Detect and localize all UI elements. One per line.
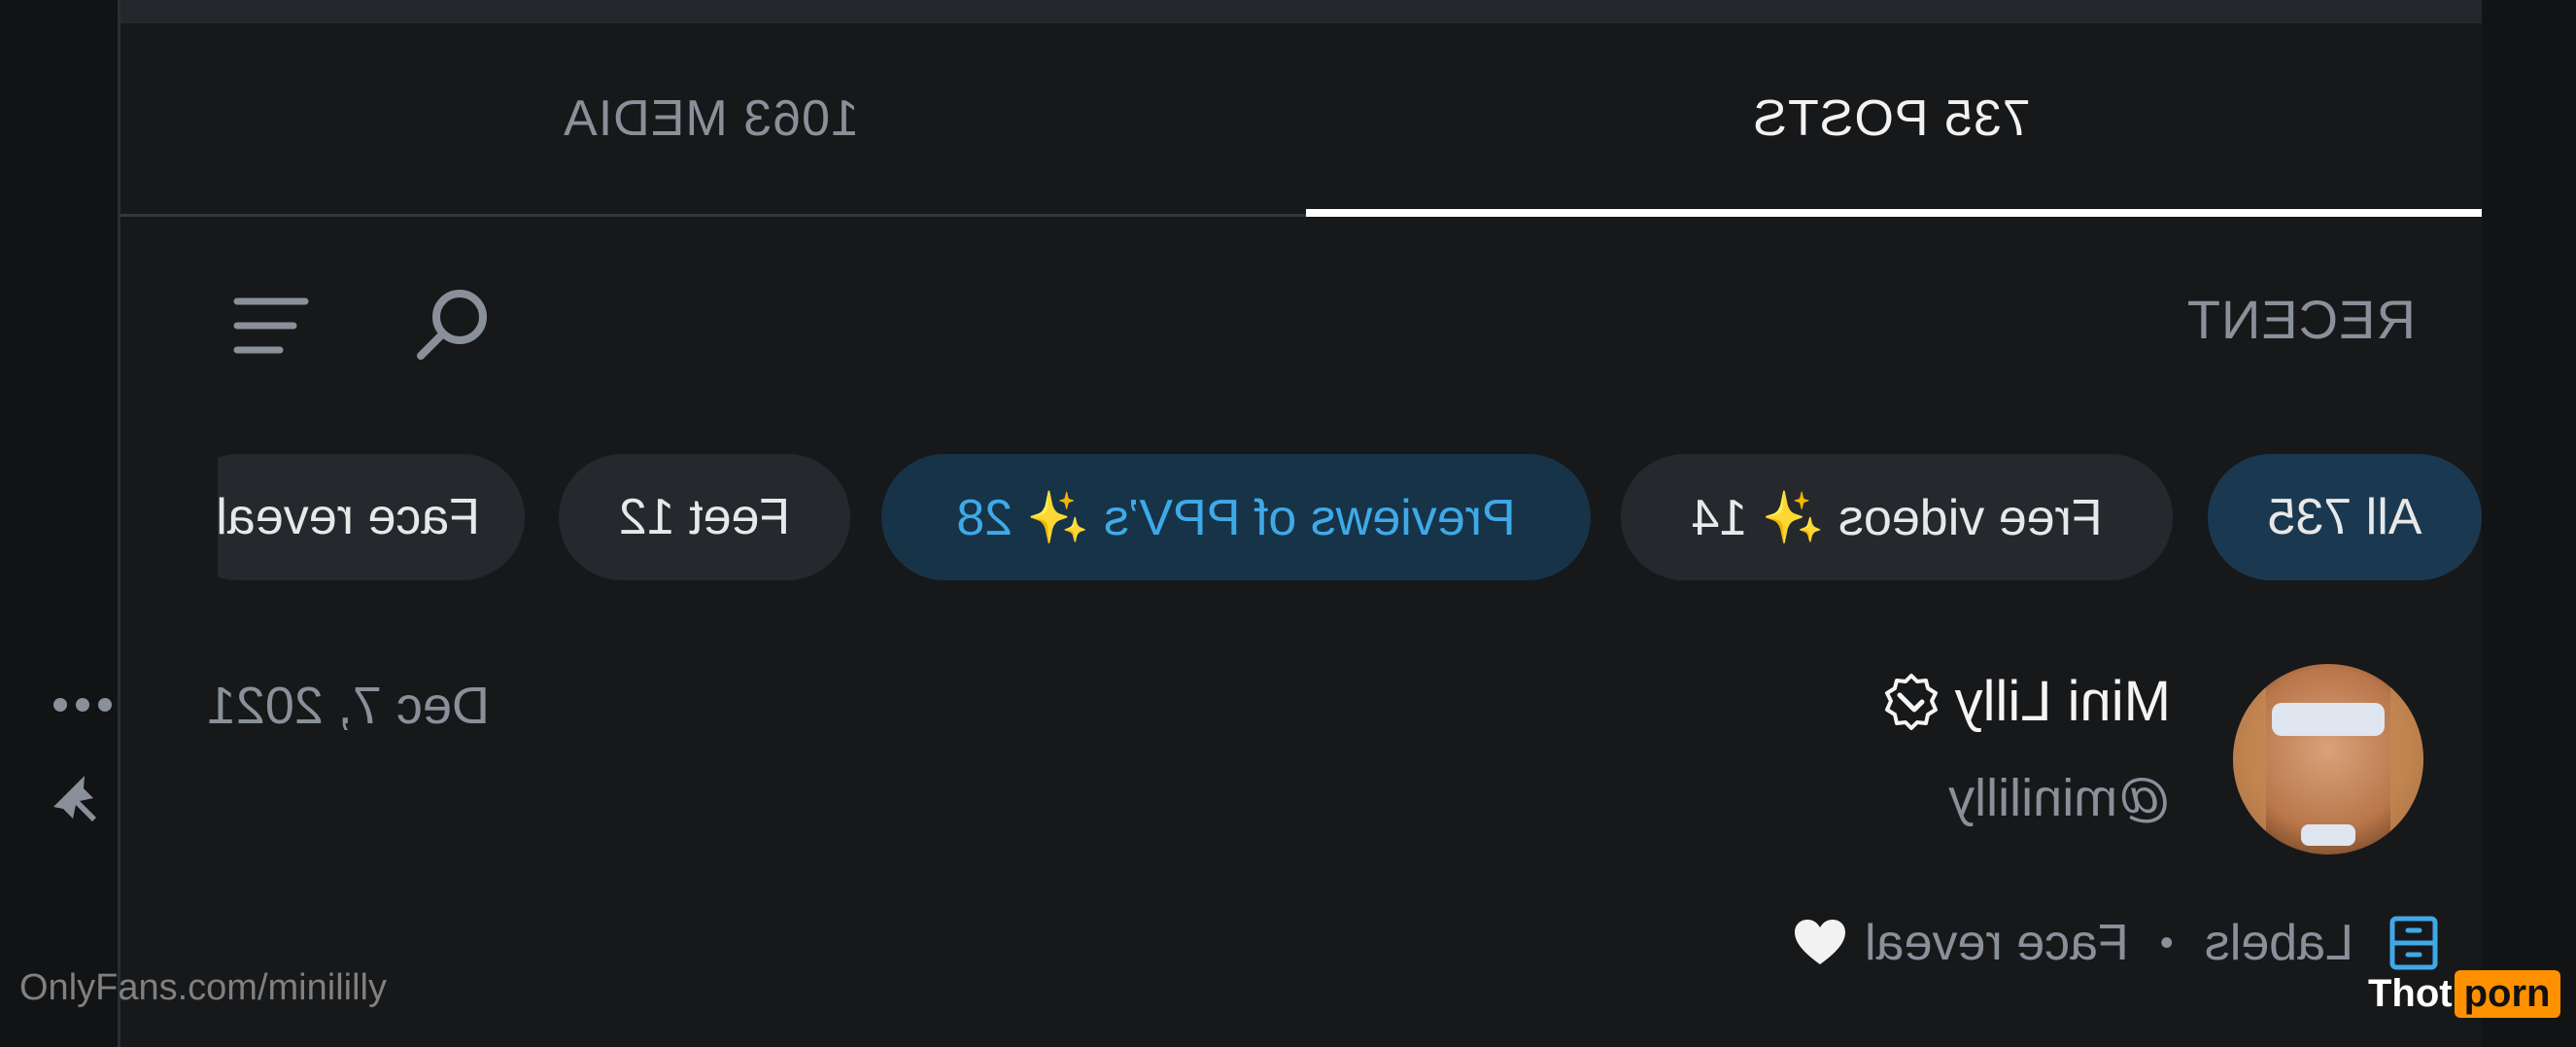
more-options-icon[interactable]	[39, 676, 126, 734]
post-date[interactable]: Dec 7, 2021	[207, 676, 490, 736]
brand-logo-part1: Thot	[2368, 972, 2453, 1015]
chip-free-videos-label: Free videos ✨ 14	[1691, 489, 2103, 546]
brand-logo: Thot porn	[2368, 970, 2560, 1018]
tab-posts[interactable]: 735 POSTS	[1301, 23, 2482, 214]
labels-drawer-icon	[2385, 914, 2443, 972]
search-icon[interactable]	[407, 282, 495, 369]
screen: 735 POSTS 1063 MEDIA RECENT All 735 Free…	[0, 0, 2576, 1047]
white-heart-icon	[1793, 919, 1847, 967]
watermark-text: OnlyFans.com/minililly	[19, 967, 387, 1008]
chip-face-reveal-label: Face reveal	[218, 489, 480, 545]
sort-label[interactable]: RECENT	[2186, 288, 2416, 351]
top-bar	[120, 0, 2482, 23]
label-tag[interactable]: Face reveal	[1865, 914, 2129, 972]
chip-previews-ppv-label: Previews of PPV’s ✨ 28	[956, 489, 1516, 546]
post-labels-row: Labels • Face reveal	[1793, 914, 2443, 972]
author-handle[interactable]: @minililly	[1948, 768, 2171, 828]
labels-label[interactable]: Labels	[2205, 914, 2353, 972]
author-name-row[interactable]: Mini Lilly	[1881, 669, 2171, 734]
filter-icon[interactable]	[227, 282, 315, 369]
profile-tabs: 735 POSTS 1063 MEDIA	[120, 23, 2482, 217]
chip-previews-ppv[interactable]: Previews of PPV’s ✨ 28	[881, 454, 1591, 580]
verified-badge-icon	[1881, 672, 1941, 732]
mirrored-app-view: 735 POSTS 1063 MEDIA RECENT All 735 Free…	[0, 0, 2576, 1047]
category-chips: All 735 Free videos ✨ 14 Previews of PPV…	[218, 454, 2482, 580]
chip-feet-label: Feet 12	[618, 489, 791, 545]
chip-all-label: All 735	[2267, 489, 2422, 545]
active-tab-indicator	[1306, 209, 2482, 217]
tab-media-label: 1063 MEDIA	[563, 90, 859, 147]
tab-posts-label: 735 POSTS	[1752, 90, 2031, 147]
chip-face-reveal[interactable]: Face reveal	[218, 454, 525, 580]
pin-icon	[48, 770, 106, 828]
chip-free-videos[interactable]: Free videos ✨ 14	[1621, 454, 2173, 580]
profile-panel: 735 POSTS 1063 MEDIA RECENT All 735 Free…	[53, 0, 2482, 1047]
avatar[interactable]	[2233, 664, 2423, 855]
author-name: Mini Lilly	[1954, 670, 2171, 733]
brand-logo-part2: porn	[2454, 970, 2560, 1018]
chip-feet[interactable]: Feet 12	[559, 454, 850, 580]
chip-all[interactable]: All 735	[2208, 454, 2482, 580]
tab-media[interactable]: 1063 MEDIA	[120, 23, 1301, 214]
separator-dot: •	[2159, 921, 2174, 964]
